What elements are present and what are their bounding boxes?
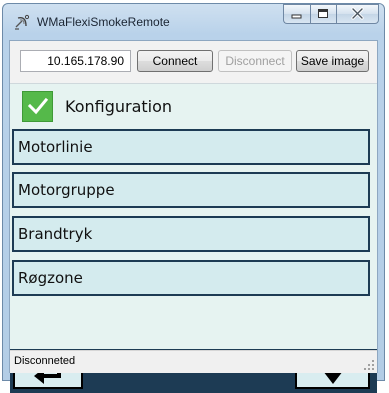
status-text: Disconneted <box>14 355 76 367</box>
maximize-icon <box>318 9 328 18</box>
title-bar[interactable]: WMaFlexiSmokeRemote <box>3 4 384 40</box>
toolbar: Connect Disconnect Save image <box>10 41 377 83</box>
ip-address-input[interactable] <box>20 50 131 72</box>
checkmark-icon <box>27 97 48 115</box>
config-checkbox[interactable] <box>22 90 53 122</box>
config-header: Konfiguration <box>22 90 172 122</box>
menu-item-motorlinie[interactable]: Motorlinie <box>12 129 370 165</box>
status-bar: Disconneted <box>10 350 377 373</box>
save-image-button[interactable]: Save image <box>296 50 369 72</box>
minimize-button[interactable] <box>283 4 310 24</box>
client-area: Connect Disconnect Save image Konfigurat… <box>9 40 378 393</box>
config-panel: Konfiguration Motorlinie Motorgruppe Bra… <box>10 83 377 393</box>
maximize-button[interactable] <box>310 4 336 24</box>
config-label: Konfiguration <box>65 96 173 116</box>
menu-item-roegzone[interactable]: Røgzone <box>12 260 370 296</box>
connect-button[interactable]: Connect <box>137 50 213 72</box>
resize-grip-icon[interactable] <box>363 359 375 371</box>
window-title: WMaFlexiSmokeRemote <box>37 15 170 29</box>
satellite-dish-icon <box>15 14 30 30</box>
disconnect-button[interactable]: Disconnect <box>218 50 292 72</box>
close-icon <box>351 7 364 20</box>
window-controls <box>283 4 379 24</box>
menu-item-brandtryk[interactable]: Brandtryk <box>12 216 370 252</box>
minimize-icon <box>291 14 302 19</box>
close-button[interactable] <box>336 4 379 24</box>
app-window: WMaFlexiSmokeRemote 10.165.178.90 Connec… <box>2 3 385 393</box>
menu-item-motorgruppe[interactable]: Motorgruppe <box>12 172 370 208</box>
